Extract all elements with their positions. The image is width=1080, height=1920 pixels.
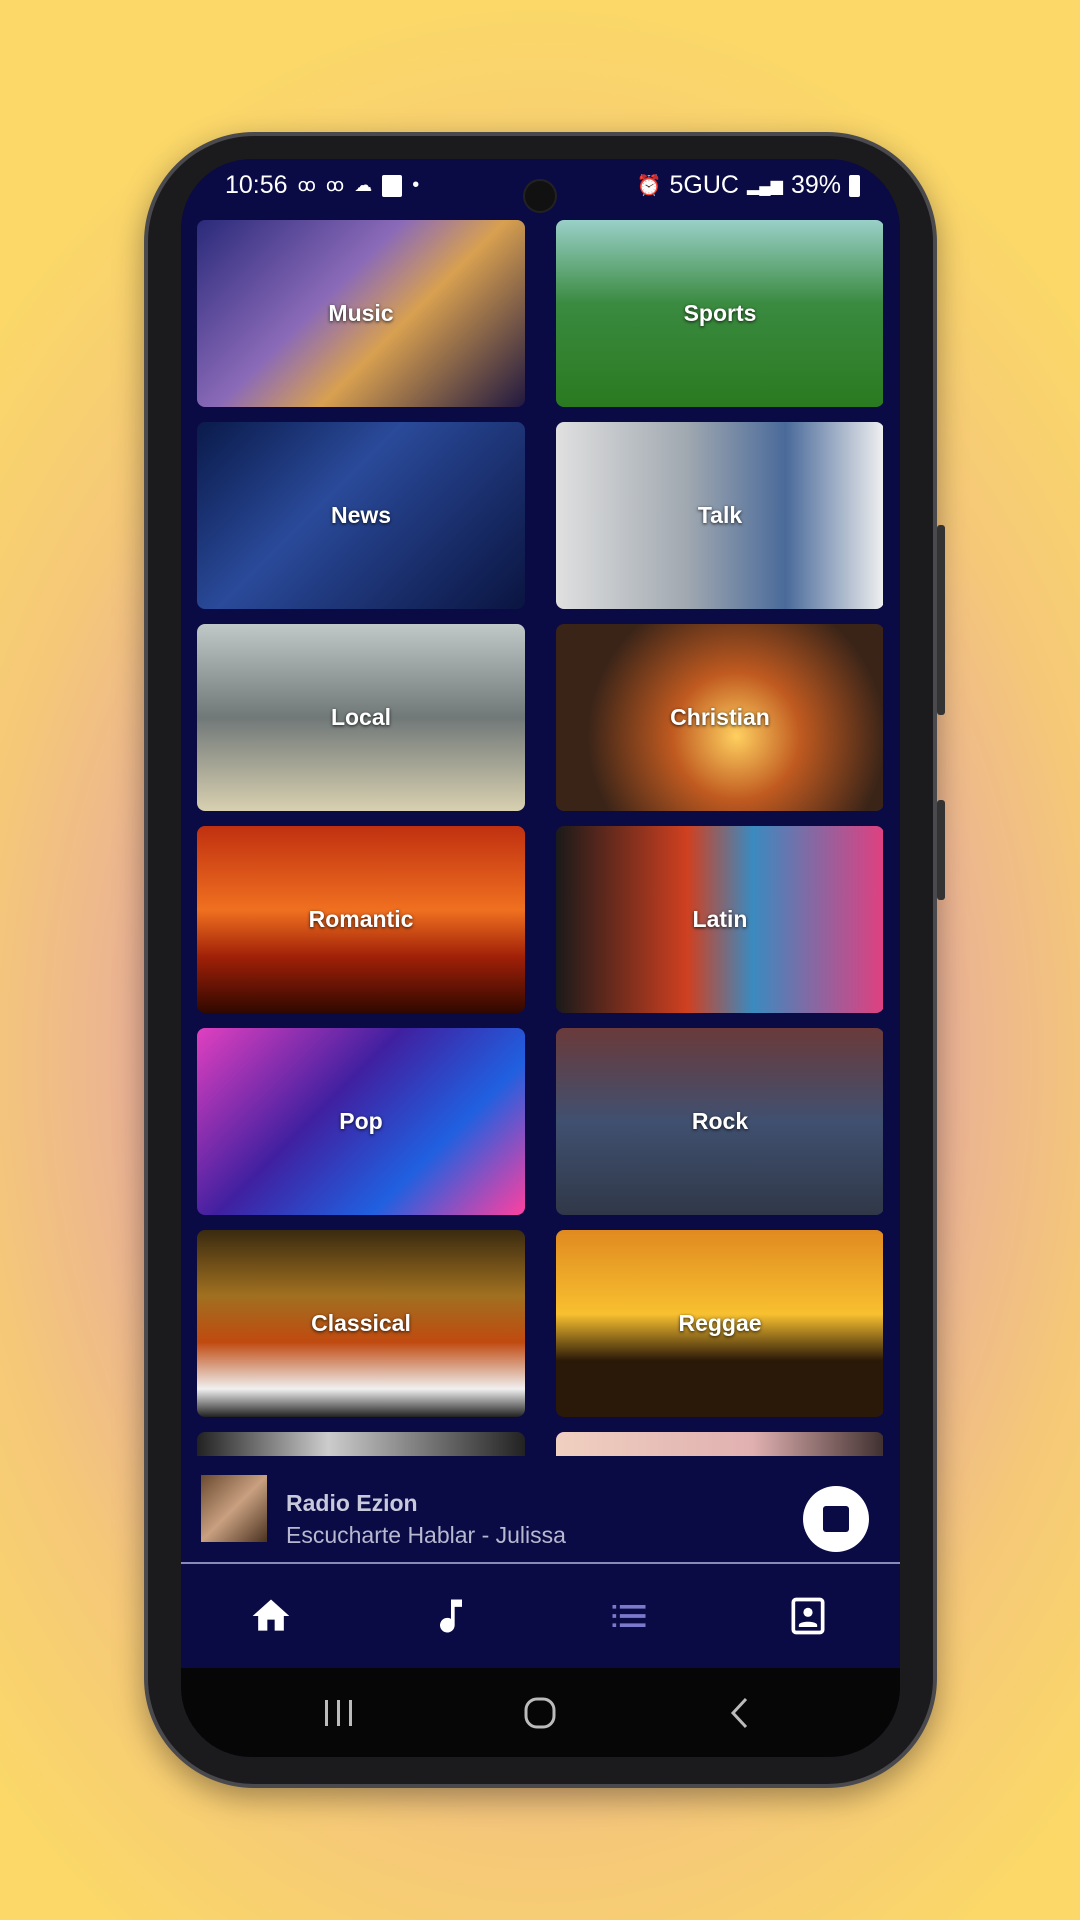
front-camera: [523, 179, 557, 213]
category-label: Reggae: [678, 1310, 762, 1336]
category-label: News: [330, 502, 392, 528]
nav-music[interactable]: [429, 1594, 473, 1638]
status-bar: 10:56 ꝏ ꝏ ☁ • ⏰ 5GUC ▂▄▆ 39%: [181, 159, 900, 219]
nav-home[interactable]: [249, 1594, 293, 1638]
voicemail-icon: ꝏ: [325, 175, 345, 195]
category-tile-latin[interactable]: Latin: [556, 826, 883, 1013]
signal-icon: ▂▄▆: [747, 177, 783, 195]
alarm-icon: ⏰: [636, 175, 662, 197]
category-label: Classical: [311, 1310, 411, 1336]
category-label: Rock: [691, 1108, 749, 1134]
cloud-icon: ☁: [354, 175, 373, 195]
category-tile-talk[interactable]: Talk: [556, 422, 883, 609]
battery-level: 39%: [790, 171, 841, 199]
category-label: Pop: [339, 1108, 383, 1134]
home-button[interactable]: [523, 1696, 557, 1735]
category-grid: Music Sports News Talk Local Christian Romanti…: [197, 220, 883, 1456]
gallery-icon: [382, 174, 403, 197]
category-tile-pop[interactable]: Pop: [197, 1028, 525, 1215]
contact-icon: [791, 1597, 825, 1635]
category-label: Music: [328, 300, 394, 326]
back-icon: [730, 1697, 748, 1729]
recent-apps-button[interactable]: [323, 1698, 355, 1733]
list-icon: [612, 1605, 646, 1627]
recents-icon: [325, 1700, 352, 1726]
music-note-icon: [440, 1599, 462, 1633]
category-tile-music[interactable]: Music: [197, 220, 525, 407]
category-label: Latin: [692, 906, 748, 932]
category-label: Romantic: [308, 906, 414, 932]
back-button[interactable]: [728, 1696, 752, 1735]
nav-contacts[interactable]: [786, 1594, 830, 1638]
category-tile-item-13[interactable]: [556, 1432, 883, 1456]
home-icon: [252, 1599, 290, 1631]
category-label: Christian: [670, 704, 770, 730]
category-tile-item-12[interactable]: [197, 1432, 525, 1456]
category-tile-news[interactable]: News: [197, 422, 525, 609]
battery-icon: [849, 174, 860, 197]
power-button: [937, 800, 945, 900]
time: 10:56: [225, 171, 288, 199]
volume-button: [937, 525, 945, 715]
network-type: 5GUC: [669, 171, 739, 199]
nav-list[interactable]: [607, 1594, 651, 1638]
category-label: Talk: [697, 502, 743, 528]
category-tile-classical[interactable]: Classical: [197, 1230, 525, 1417]
category-tile-rock[interactable]: Rock: [556, 1028, 883, 1215]
station-artwork: [201, 1475, 267, 1542]
track-info: Escucharte Hablar - Julissa: [286, 1522, 566, 1548]
screen: 10:56 ꝏ ꝏ ☁ • ⏰ 5GUC ▂▄▆ 39% Music Sports…: [181, 159, 900, 1757]
home-circle-icon: [524, 1697, 556, 1729]
stop-button[interactable]: [803, 1486, 869, 1552]
category-tile-romantic[interactable]: Romantic: [197, 826, 525, 1013]
category-tile-local[interactable]: Local: [197, 624, 525, 811]
category-label: Local: [330, 704, 392, 730]
system-nav-bar: [181, 1668, 900, 1757]
category-tile-christian[interactable]: Christian: [556, 624, 883, 811]
bottom-nav: [181, 1564, 900, 1668]
dot-icon: •: [412, 174, 420, 196]
stop-icon: [823, 1506, 849, 1532]
category-tile-reggae[interactable]: Reggae: [556, 1230, 883, 1417]
voicemail-icon: ꝏ: [297, 175, 316, 195]
category-label: Sports: [683, 300, 757, 326]
category-tile-sports[interactable]: Sports: [556, 220, 883, 407]
station-name: Radio Ezion: [286, 1490, 418, 1516]
now-playing-bar[interactable]: Radio Ezion Escucharte Hablar - Julissa: [181, 1470, 900, 1562]
